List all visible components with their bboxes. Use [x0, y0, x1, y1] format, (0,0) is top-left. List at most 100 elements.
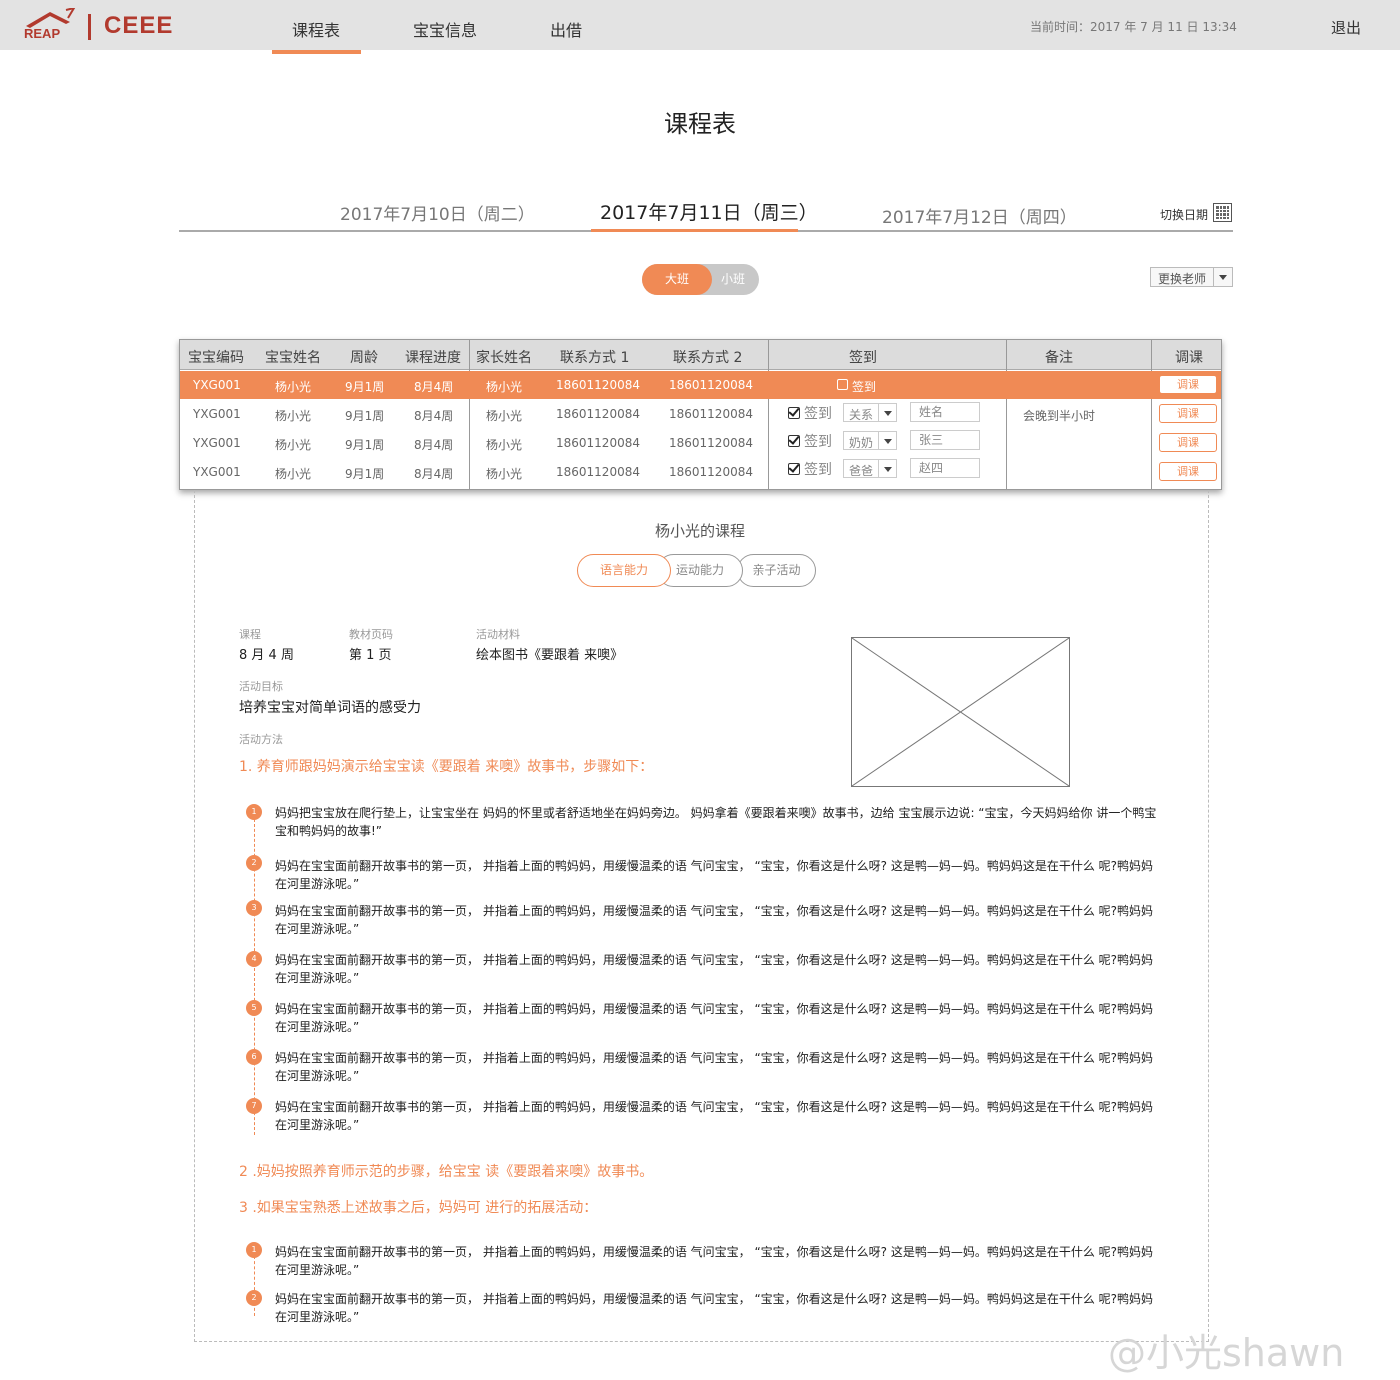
- course-detail-title: 杨小光的课程: [654, 522, 745, 540]
- cell-age: 9月1周: [345, 409, 385, 423]
- date-next[interactable]: 2017年7月12日（周四）: [882, 203, 1077, 228]
- relation-value: 奶奶: [849, 436, 874, 450]
- th-phone1: 联系方式 1: [560, 350, 630, 366]
- method-step1-heading: 1. 养育师跟妈妈演示给宝宝读《要跟着 来噢》故事书，步骤如下：: [239, 759, 654, 775]
- th-baby-name: 宝宝姓名: [265, 350, 321, 366]
- cell-parent: 杨小光: [486, 438, 523, 452]
- sign-in-label: 签到: [804, 462, 832, 478]
- chevron-down-icon: [878, 460, 896, 477]
- sign-in-checkbox[interactable]: [788, 407, 800, 419]
- cell-code: YXG001: [193, 378, 241, 392]
- change-teacher-select[interactable]: 更换老师: [1150, 267, 1233, 287]
- relation-select[interactable]: 奶奶: [843, 431, 897, 450]
- sign-in-checkbox[interactable]: [788, 463, 800, 475]
- relation-value: 爸爸: [849, 464, 874, 478]
- cell-code: YXG001: [193, 436, 241, 450]
- chevron-down-icon: [878, 404, 896, 421]
- adjust-class-button[interactable]: 调课: [1159, 404, 1217, 423]
- class-big-option[interactable]: 大班: [642, 264, 712, 295]
- step-number: 1: [246, 1242, 262, 1258]
- svg-text:REAP: REAP: [24, 26, 60, 41]
- signer-name-input[interactable]: 姓名: [910, 402, 980, 422]
- th-note: 备注: [1045, 350, 1073, 366]
- step-text: 妈妈在宝宝面前翻开故事书的第一页， 并指着上面的鸭妈妈，用缓慢温柔的语 气问宝宝…: [275, 1100, 1154, 1132]
- switch-date-button[interactable]: 切换日期: [1160, 206, 1208, 223]
- step-number: 4: [246, 951, 262, 967]
- relation-select[interactable]: 关系: [843, 403, 897, 422]
- nav-schedule[interactable]: 课程表: [292, 17, 340, 41]
- step-text: 妈妈在宝宝面前翻开故事书的第一页， 并指着上面的鸭妈妈，用缓慢温柔的语 气问宝宝…: [275, 1245, 1154, 1277]
- cell-phone1: 18601120084: [556, 436, 640, 450]
- sign-in-label: 签到: [852, 380, 877, 394]
- step-number: 6: [246, 1049, 262, 1065]
- cell-parent: 杨小光: [486, 409, 523, 423]
- nav-baby-info[interactable]: 宝宝信息: [413, 17, 477, 41]
- steps-timeline: [254, 1256, 255, 1316]
- th-sign-in: 签到: [849, 350, 877, 366]
- sign-in-label: 签到: [804, 434, 832, 450]
- cell-progress: 8月4周: [414, 438, 454, 452]
- cell-code: YXG001: [193, 465, 241, 479]
- brand-logo-text: CEEE: [104, 12, 174, 39]
- cell-phone1: 18601120084: [556, 407, 640, 421]
- chevron-down-icon: [878, 432, 896, 449]
- date-prev[interactable]: 2017年7月10日（周二）: [340, 200, 535, 225]
- class-small-option[interactable]: 小班: [712, 264, 754, 295]
- step-text: 妈妈在宝宝面前翻开故事书的第一页， 并指着上面的鸭妈妈，用缓慢温柔的语 气问宝宝…: [275, 1292, 1154, 1324]
- cell-phone2: 18601120084: [669, 407, 753, 421]
- method-step3-heading: 3 .如果宝宝熟悉上述故事之后，妈妈可 进行的拓展活动：: [239, 1200, 598, 1216]
- th-progress: 课程进度: [405, 350, 461, 366]
- relation-value: 关系: [849, 408, 874, 422]
- col-divider: [768, 340, 769, 489]
- tab-parent-child[interactable]: 亲子活动: [737, 554, 816, 587]
- cell-phone2: 18601120084: [669, 465, 753, 479]
- calendar-icon[interactable]: [1213, 203, 1232, 222]
- cell-name: 杨小光: [275, 380, 312, 394]
- page-number-value: 第 1 页: [349, 648, 392, 663]
- cell-age: 9月1周: [345, 380, 385, 394]
- step-text: 妈妈在宝宝面前翻开故事书的第一页， 并指着上面的鸭妈妈，用缓慢温柔的语 气问宝宝…: [275, 1002, 1154, 1034]
- sign-in-checkbox[interactable]: [837, 379, 848, 390]
- course-label: 课程: [239, 628, 261, 641]
- step-text: 妈妈在宝宝面前翻开故事书的第一页， 并指着上面的鸭妈妈，用缓慢温柔的语 气问宝宝…: [275, 1051, 1154, 1083]
- nav-lending[interactable]: 出借: [550, 17, 582, 41]
- step-text: 妈妈在宝宝面前翻开故事书的第一页， 并指着上面的鸭妈妈，用缓慢温柔的语 气问宝宝…: [275, 859, 1154, 891]
- adjust-class-button[interactable]: 调课: [1159, 375, 1217, 394]
- sign-in-label: 签到: [804, 406, 832, 422]
- image-placeholder-icon: [851, 637, 1070, 787]
- tab-language[interactable]: 语言能力: [577, 554, 671, 587]
- relation-select[interactable]: 爸爸: [843, 459, 897, 478]
- cell-phone1: 18601120084: [556, 378, 640, 392]
- col-divider: [1151, 340, 1152, 489]
- reap-logo-icon: REAP: [24, 8, 76, 41]
- cell-name: 杨小光: [275, 409, 312, 423]
- cell-age: 9月1周: [345, 467, 385, 481]
- signer-name-input[interactable]: 赵四: [910, 458, 980, 478]
- adjust-class-button[interactable]: 调课: [1159, 462, 1217, 481]
- cell-phone2: 18601120084: [669, 378, 753, 392]
- material-label: 活动材料: [476, 628, 520, 641]
- cell-progress: 8月4周: [414, 409, 454, 423]
- change-teacher-label: 更换老师: [1158, 272, 1207, 286]
- schedule-table: 宝宝编码 宝宝姓名 周龄 课程进度 家长姓名 联系方式 1 联系方式 2 签到 …: [179, 339, 1222, 490]
- date-active-indicator: [591, 229, 798, 232]
- material-value: 绘本图书《要跟着 来噢》: [476, 648, 624, 663]
- goal-label: 活动目标: [239, 680, 283, 693]
- step-number: 5: [246, 1000, 262, 1016]
- page-title: 课程表: [664, 110, 736, 138]
- step-text: 妈妈在宝宝面前翻开故事书的第一页， 并指着上面的鸭妈妈，用缓慢温柔的语 气问宝宝…: [275, 904, 1154, 936]
- date-current[interactable]: 2017年7月11日（周三）: [600, 198, 818, 225]
- sign-in-checkbox[interactable]: [788, 435, 800, 447]
- cell-phone2: 18601120084: [669, 436, 753, 450]
- cell-age: 9月1周: [345, 438, 385, 452]
- col-divider: [1006, 340, 1007, 489]
- adjust-class-button[interactable]: 调课: [1159, 433, 1217, 452]
- logout-button[interactable]: 退出: [1331, 17, 1361, 38]
- cell-name: 杨小光: [275, 438, 312, 452]
- signer-name-input[interactable]: 张三: [910, 430, 980, 450]
- page-number-label: 教材页码: [349, 628, 393, 641]
- chevron-down-icon: [1213, 268, 1232, 286]
- top-bar: REAP CEEE 课程表 宝宝信息 出借 当前时间：2017 年 7 月 11…: [0, 0, 1400, 50]
- th-baby-code: 宝宝编码: [188, 350, 244, 366]
- step-number: 7: [246, 1098, 262, 1114]
